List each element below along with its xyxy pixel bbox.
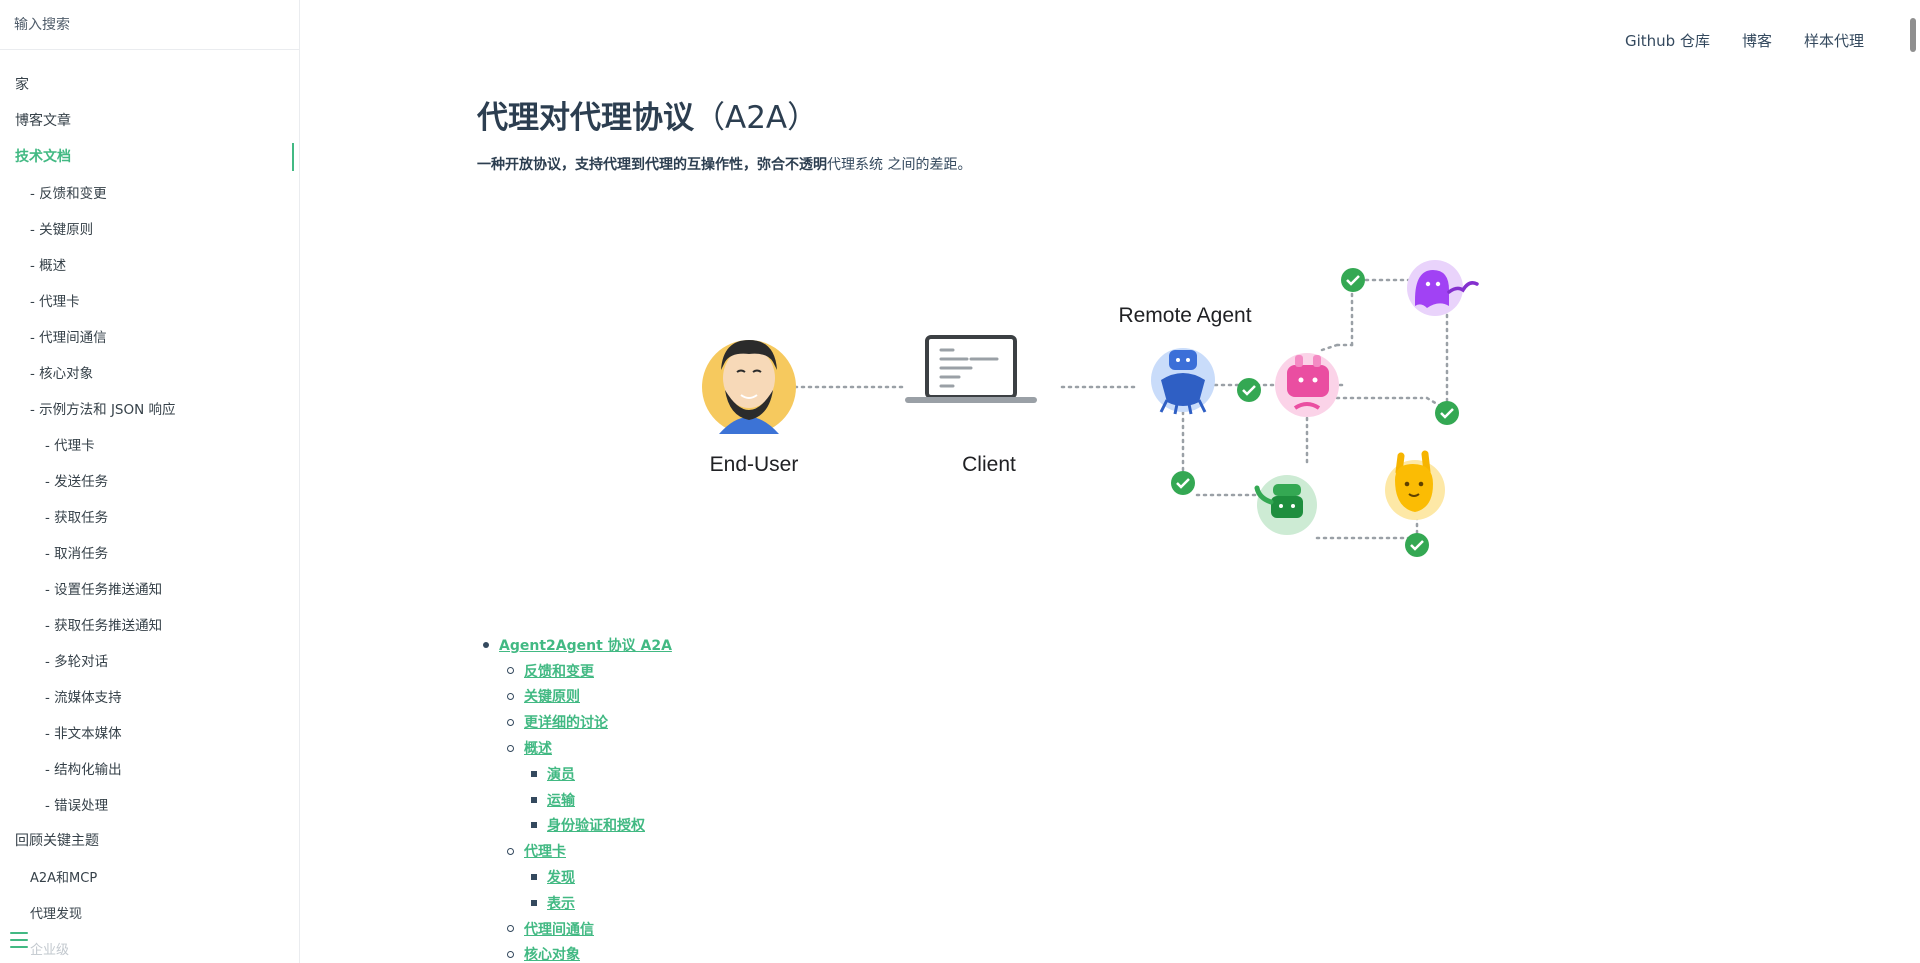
sidebar-item[interactable]: - 结构化输出 [0,750,299,786]
toc-link[interactable]: Agent2Agent 协议 A2A [499,635,672,655]
remote-agent-robot-icon [1151,348,1215,415]
page-subtitle: 一种开放协议，支持代理到代理的互操作性，弥合不透明代理系统 之间的差距。 [477,154,971,174]
menu-toggle-icon[interactable] [10,932,28,948]
sidebar-item[interactable]: A2A和MCP [0,858,299,894]
toc-item: 更详细的讨论 [477,709,672,735]
sidebar-item[interactable]: - 反馈和变更 [0,174,299,210]
check-icon [1405,533,1429,557]
toc-link[interactable]: 概述 [524,738,552,758]
toc-item: 身份验证和授权 [477,813,672,839]
top-nav: Github 仓库 博客 样本代理 [1625,30,1864,51]
bullet-icon [507,744,514,752]
blog-link[interactable]: 博客 [1742,30,1772,51]
toc-item: 代理卡 [477,838,672,864]
sidebar-item[interactable]: - 获取任务 [0,498,299,534]
bullet-icon [531,770,537,777]
remote-agent-label: Remote Agent [1118,304,1251,327]
client-laptop-icon [905,335,1037,403]
sidebar-item[interactable]: - 核心对象 [0,354,299,390]
toc-item: 演员 [477,761,672,787]
toc-link[interactable]: 运输 [547,790,575,810]
sidebar-item[interactable]: - 流媒体支持 [0,678,299,714]
check-icon [1341,268,1365,292]
bullet-icon [531,796,537,803]
sidebar-item[interactable]: - 概述 [0,246,299,282]
search-bar [0,0,299,50]
page-title-paren: （A2A） [694,100,819,136]
end-user-avatar-icon [702,340,796,434]
bullet-icon [531,899,537,906]
toc-item: 发现 [477,864,672,890]
sidebar-nav: 家博客文章 技术文档 - 反馈和变更 - 关键原则 - 概述 - 代理卡 - 代理间通信 - … [0,50,299,963]
sidebar-item[interactable]: - 非文本媒体 [0,714,299,750]
sidebar-item[interactable]: - 取消任务 [0,534,299,570]
toc-link[interactable]: 代理间通信 [524,919,594,939]
sidebar-item[interactable]: - 错误处理 [0,786,299,822]
end-user-label: End-User [710,453,799,476]
github-repo-link[interactable]: Github 仓库 [1625,30,1710,51]
scrollbar-thumb[interactable] [1910,18,1916,52]
pink-robot-agent-icon [1275,353,1339,417]
sidebar-item[interactable]: 代理发现 [0,894,299,930]
sample-agents-link[interactable]: 样本代理 [1804,30,1864,51]
toc-item: 关键原则 [477,684,672,710]
sidebar-item[interactable]: 家 [0,66,299,102]
toc-link[interactable]: 代理卡 [524,841,566,861]
toc-link[interactable]: 核心对象 [524,944,580,963]
page-title: 代理对代理协议（A2A） [477,92,818,137]
sidebar-item[interactable]: 博客文章 [0,102,299,138]
sidebar-item[interactable]: - 代理卡 [0,426,299,462]
bullet-icon [507,847,514,855]
bullet-icon [507,692,514,700]
yellow-bunny-agent-icon [1385,450,1445,520]
toc-link[interactable]: 表示 [547,893,575,913]
check-icon [1237,378,1261,402]
sidebar-item[interactable]: - 发送任务 [0,462,299,498]
toc-item: Agent2Agent 协议 A2A [477,632,672,658]
toc-link[interactable]: 关键原则 [524,686,580,706]
toc-link[interactable]: 发现 [547,867,575,887]
toc-link[interactable]: 演员 [547,764,575,784]
check-icon [1435,401,1459,425]
sidebar-item[interactable]: - 示例方法和 JSON 响应 [0,390,299,426]
sidebar-item[interactable]: 企业级 [0,930,299,963]
bullet-icon [507,950,514,958]
bullet-icon [531,822,537,829]
green-agent-icon [1254,475,1317,535]
bullet-icon [483,641,489,648]
sidebar-item[interactable]: 技术文档 [0,138,299,174]
sidebar-item[interactable]: - 代理间通信 [0,318,299,354]
toc-item: 反馈和变更 [477,658,672,684]
subtitle-rest: 代理系统 之间的差距。 [827,157,972,173]
scrollbar[interactable] [1906,0,1920,963]
bullet-icon [507,925,514,933]
page-title-text: 代理对代理协议 [477,100,694,136]
subtitle-bold: 一种开放协议，支持代理到代理的互操作性，弥合不透明 [477,157,827,173]
bullet-icon [531,874,537,881]
bullet-icon [507,667,514,675]
toc-link[interactable]: 身份验证和授权 [547,815,645,835]
a2a-hero-illustration: End-User Client Remote Agent [677,240,1577,580]
toc-item: 表示 [477,890,672,916]
toc-link[interactable]: 反馈和变更 [524,661,594,681]
toc-item: 核心对象 [477,942,672,963]
sidebar-item[interactable]: - 关键原则 [0,210,299,246]
toc-item: 代理间通信 [477,916,672,942]
purple-ghost-agent-icon [1407,260,1479,316]
sidebar-item[interactable]: - 代理卡 [0,282,299,318]
sidebar-item[interactable]: 回顾关键主题 [0,822,299,858]
toc-item: 概述 [477,735,672,761]
sidebar-item[interactable]: - 获取任务推送通知 [0,606,299,642]
toc-link[interactable]: 更详细的讨论 [524,712,608,732]
search-input[interactable] [14,16,284,33]
toc-item: 运输 [477,787,672,813]
client-label: Client [962,453,1016,476]
sidebar: 家博客文章技术文档- 反馈和变更- 关键原则- 概述- 代理卡- 代理间通信- … [0,0,300,963]
check-icon [1171,471,1195,495]
sidebar-item[interactable]: - 设置任务推送通知 [0,570,299,606]
bullet-icon [507,718,514,726]
sidebar-item[interactable]: - 多轮对话 [0,642,299,678]
table-of-contents: Agent2Agent 协议 A2A 反馈和变更关键原则更详细的讨论 概述演员运输身… [477,632,672,963]
